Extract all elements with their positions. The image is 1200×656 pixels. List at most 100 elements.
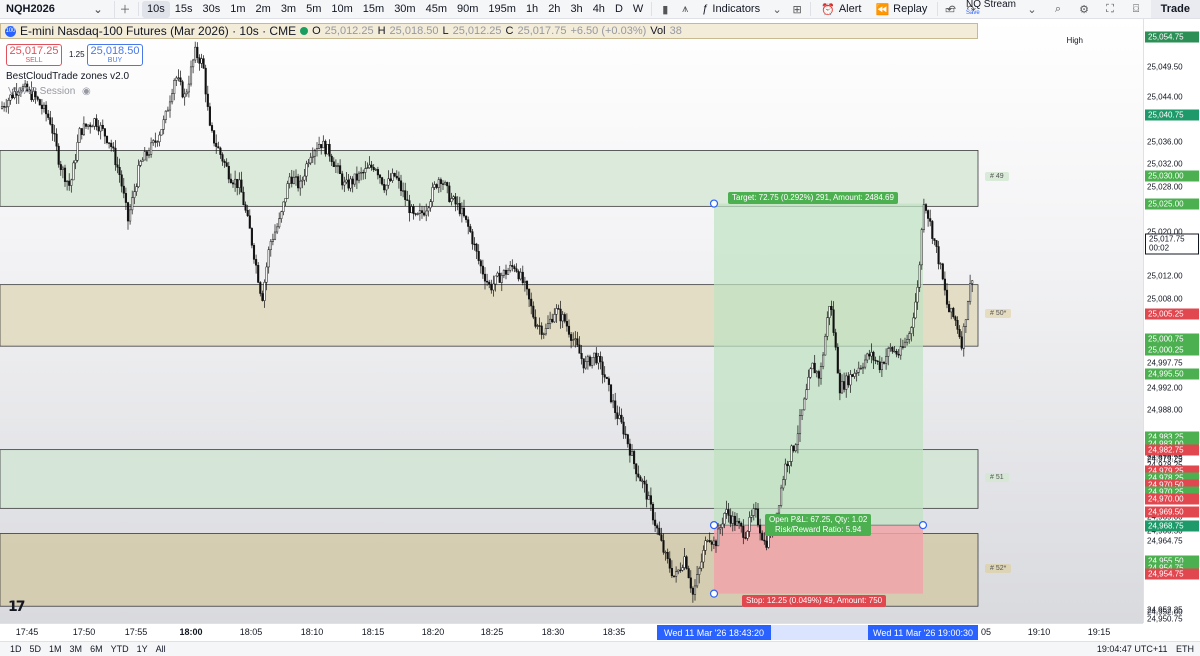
timeframe-3h[interactable]: 3h (565, 1, 587, 18)
candle-body (160, 129, 163, 136)
timeframe-10m[interactable]: 10m (326, 1, 357, 18)
candle-body (366, 167, 369, 169)
candle-body (437, 179, 440, 188)
candle-body (299, 180, 302, 189)
candle-body (916, 287, 919, 303)
range-1y[interactable]: 1Y (133, 644, 152, 654)
divider (937, 2, 939, 16)
timeframe-45m[interactable]: 45m (421, 1, 452, 18)
candle-body (183, 93, 186, 98)
position-handle[interactable] (709, 199, 719, 208)
price-axis[interactable]: 25,044.00 25,036.00 25,032.00 25,028.00 25,0… (1143, 19, 1200, 623)
candle-body (714, 540, 718, 547)
timeframe-2h[interactable]: 2h (543, 1, 565, 18)
timeframe-1h[interactable]: 1h (521, 1, 543, 18)
timeframe-3m[interactable]: 3m (276, 1, 301, 18)
timeframe-D[interactable]: D (610, 1, 628, 18)
candle-body (880, 362, 883, 371)
camera-icon[interactable]: ⌼ (1126, 1, 1146, 18)
add-compare-icon[interactable]: ＋ (115, 1, 135, 18)
range-1m[interactable]: 1M (45, 644, 66, 654)
timeframe-2m[interactable]: 2m (251, 1, 276, 18)
price-plot[interactable] (0, 19, 1143, 623)
profit-zone[interactable] (714, 203, 923, 526)
sell-button[interactable]: 25,017.25 SELL (6, 44, 62, 66)
candle-style-icon[interactable]: ▮ (655, 1, 675, 18)
timeframe-10s[interactable]: 10s (142, 0, 170, 18)
settings-icon[interactable]: ⚙ (1074, 1, 1094, 18)
layout-icon[interactable]: ▭ (940, 1, 960, 18)
candle-body (536, 325, 539, 327)
candle-body (93, 118, 96, 127)
position-handle[interactable] (709, 589, 719, 598)
candle-body (105, 135, 109, 143)
range-ytd[interactable]: YTD (107, 644, 133, 654)
candle-body (658, 527, 661, 536)
candle-body (901, 346, 904, 348)
candle-body (637, 473, 640, 478)
layout-name-button[interactable]: NQ Stream Save (966, 0, 1016, 17)
position-handle[interactable] (918, 521, 928, 530)
timeframe-W[interactable]: W (628, 1, 648, 18)
chart-type-icon[interactable]: ⩚ (675, 1, 695, 18)
candle-body (276, 226, 279, 233)
candle-body (101, 124, 104, 129)
timeframe-30m[interactable]: 30m (389, 1, 420, 18)
eye-icon[interactable]: ◉ (82, 86, 91, 97)
candle-body (393, 172, 396, 177)
symbol-search[interactable]: NQH2026 ⌄ (0, 0, 115, 18)
candle-body (324, 140, 327, 155)
candle-body (250, 228, 253, 246)
indicator-zones-legend[interactable]: BestCloudTrade zones v2.0 (6, 71, 129, 82)
timeframe-15s[interactable]: 15s (170, 1, 198, 18)
timeframe-90m[interactable]: 90m (452, 1, 483, 18)
chart-pane[interactable]: 100 E-mini Nasdaq-100 Futures (Mar 2026)… (0, 19, 1143, 623)
candle-body (202, 58, 205, 69)
timeframe-195m[interactable]: 195m (483, 1, 521, 18)
alert-button[interactable]: ⏰ Alert (814, 1, 868, 18)
timeframe-15m[interactable]: 15m (358, 1, 389, 18)
templates-icon[interactable]: ⊞ (787, 1, 807, 18)
candle-body (156, 141, 159, 143)
candle-body (626, 434, 629, 445)
candle-body (744, 537, 747, 539)
candle-body (572, 339, 575, 341)
range-end-label: Wed 11 Mar '26 19:00:30 (868, 625, 978, 640)
candle-body (528, 288, 531, 300)
candle-body (49, 117, 52, 125)
candle-body (727, 509, 730, 516)
buy-price: 25,018.50 (90, 45, 140, 57)
candle-body (702, 550, 705, 563)
candle-body (406, 199, 409, 201)
candle-body (63, 167, 67, 182)
chevron-down-icon[interactable]: ⌄ (1022, 1, 1042, 18)
volume-key: Vol (650, 25, 666, 37)
indicator-vwap-legend[interactable]: VWAP Session ◉ (8, 86, 91, 97)
range-5d[interactable]: 5D (26, 644, 46, 654)
candle-body (255, 259, 258, 266)
search-icon[interactable]: ⌕ (1048, 1, 1068, 18)
chevron-down-icon[interactable]: ⌄ (767, 1, 787, 18)
range-all[interactable]: All (152, 644, 170, 654)
trade-button[interactable]: Trade (1150, 0, 1200, 18)
candle-body (179, 77, 182, 82)
price-tick: 24,992.00 (1147, 383, 1183, 393)
timeframe-1m[interactable]: 1m (225, 1, 250, 18)
candle-body (112, 146, 115, 149)
candle-body (609, 384, 613, 403)
candle-body (840, 381, 844, 394)
range-3m[interactable]: 3M (66, 644, 87, 654)
range-6m[interactable]: 6M (86, 644, 107, 654)
buy-button[interactable]: 25,018.50 BUY (87, 44, 143, 66)
fullscreen-icon[interactable]: ⛶ (1100, 1, 1120, 18)
range-1d[interactable]: 1D (6, 644, 26, 654)
timeframe-4h[interactable]: 4h (588, 1, 610, 18)
time-axis[interactable]: 19:1519:100518:5518:5018:3518:3018:2518:… (0, 623, 1143, 641)
timeframe-30s[interactable]: 30s (198, 1, 226, 18)
candle-body (675, 571, 678, 577)
replay-button[interactable]: ⏪ Replay (868, 1, 934, 18)
tradingview-logo-icon[interactable]: 17 (8, 599, 26, 615)
position-handle[interactable] (709, 521, 719, 530)
indicators-button[interactable]: ƒ Indicators (695, 1, 767, 18)
timeframe-5m[interactable]: 5m (301, 1, 326, 18)
